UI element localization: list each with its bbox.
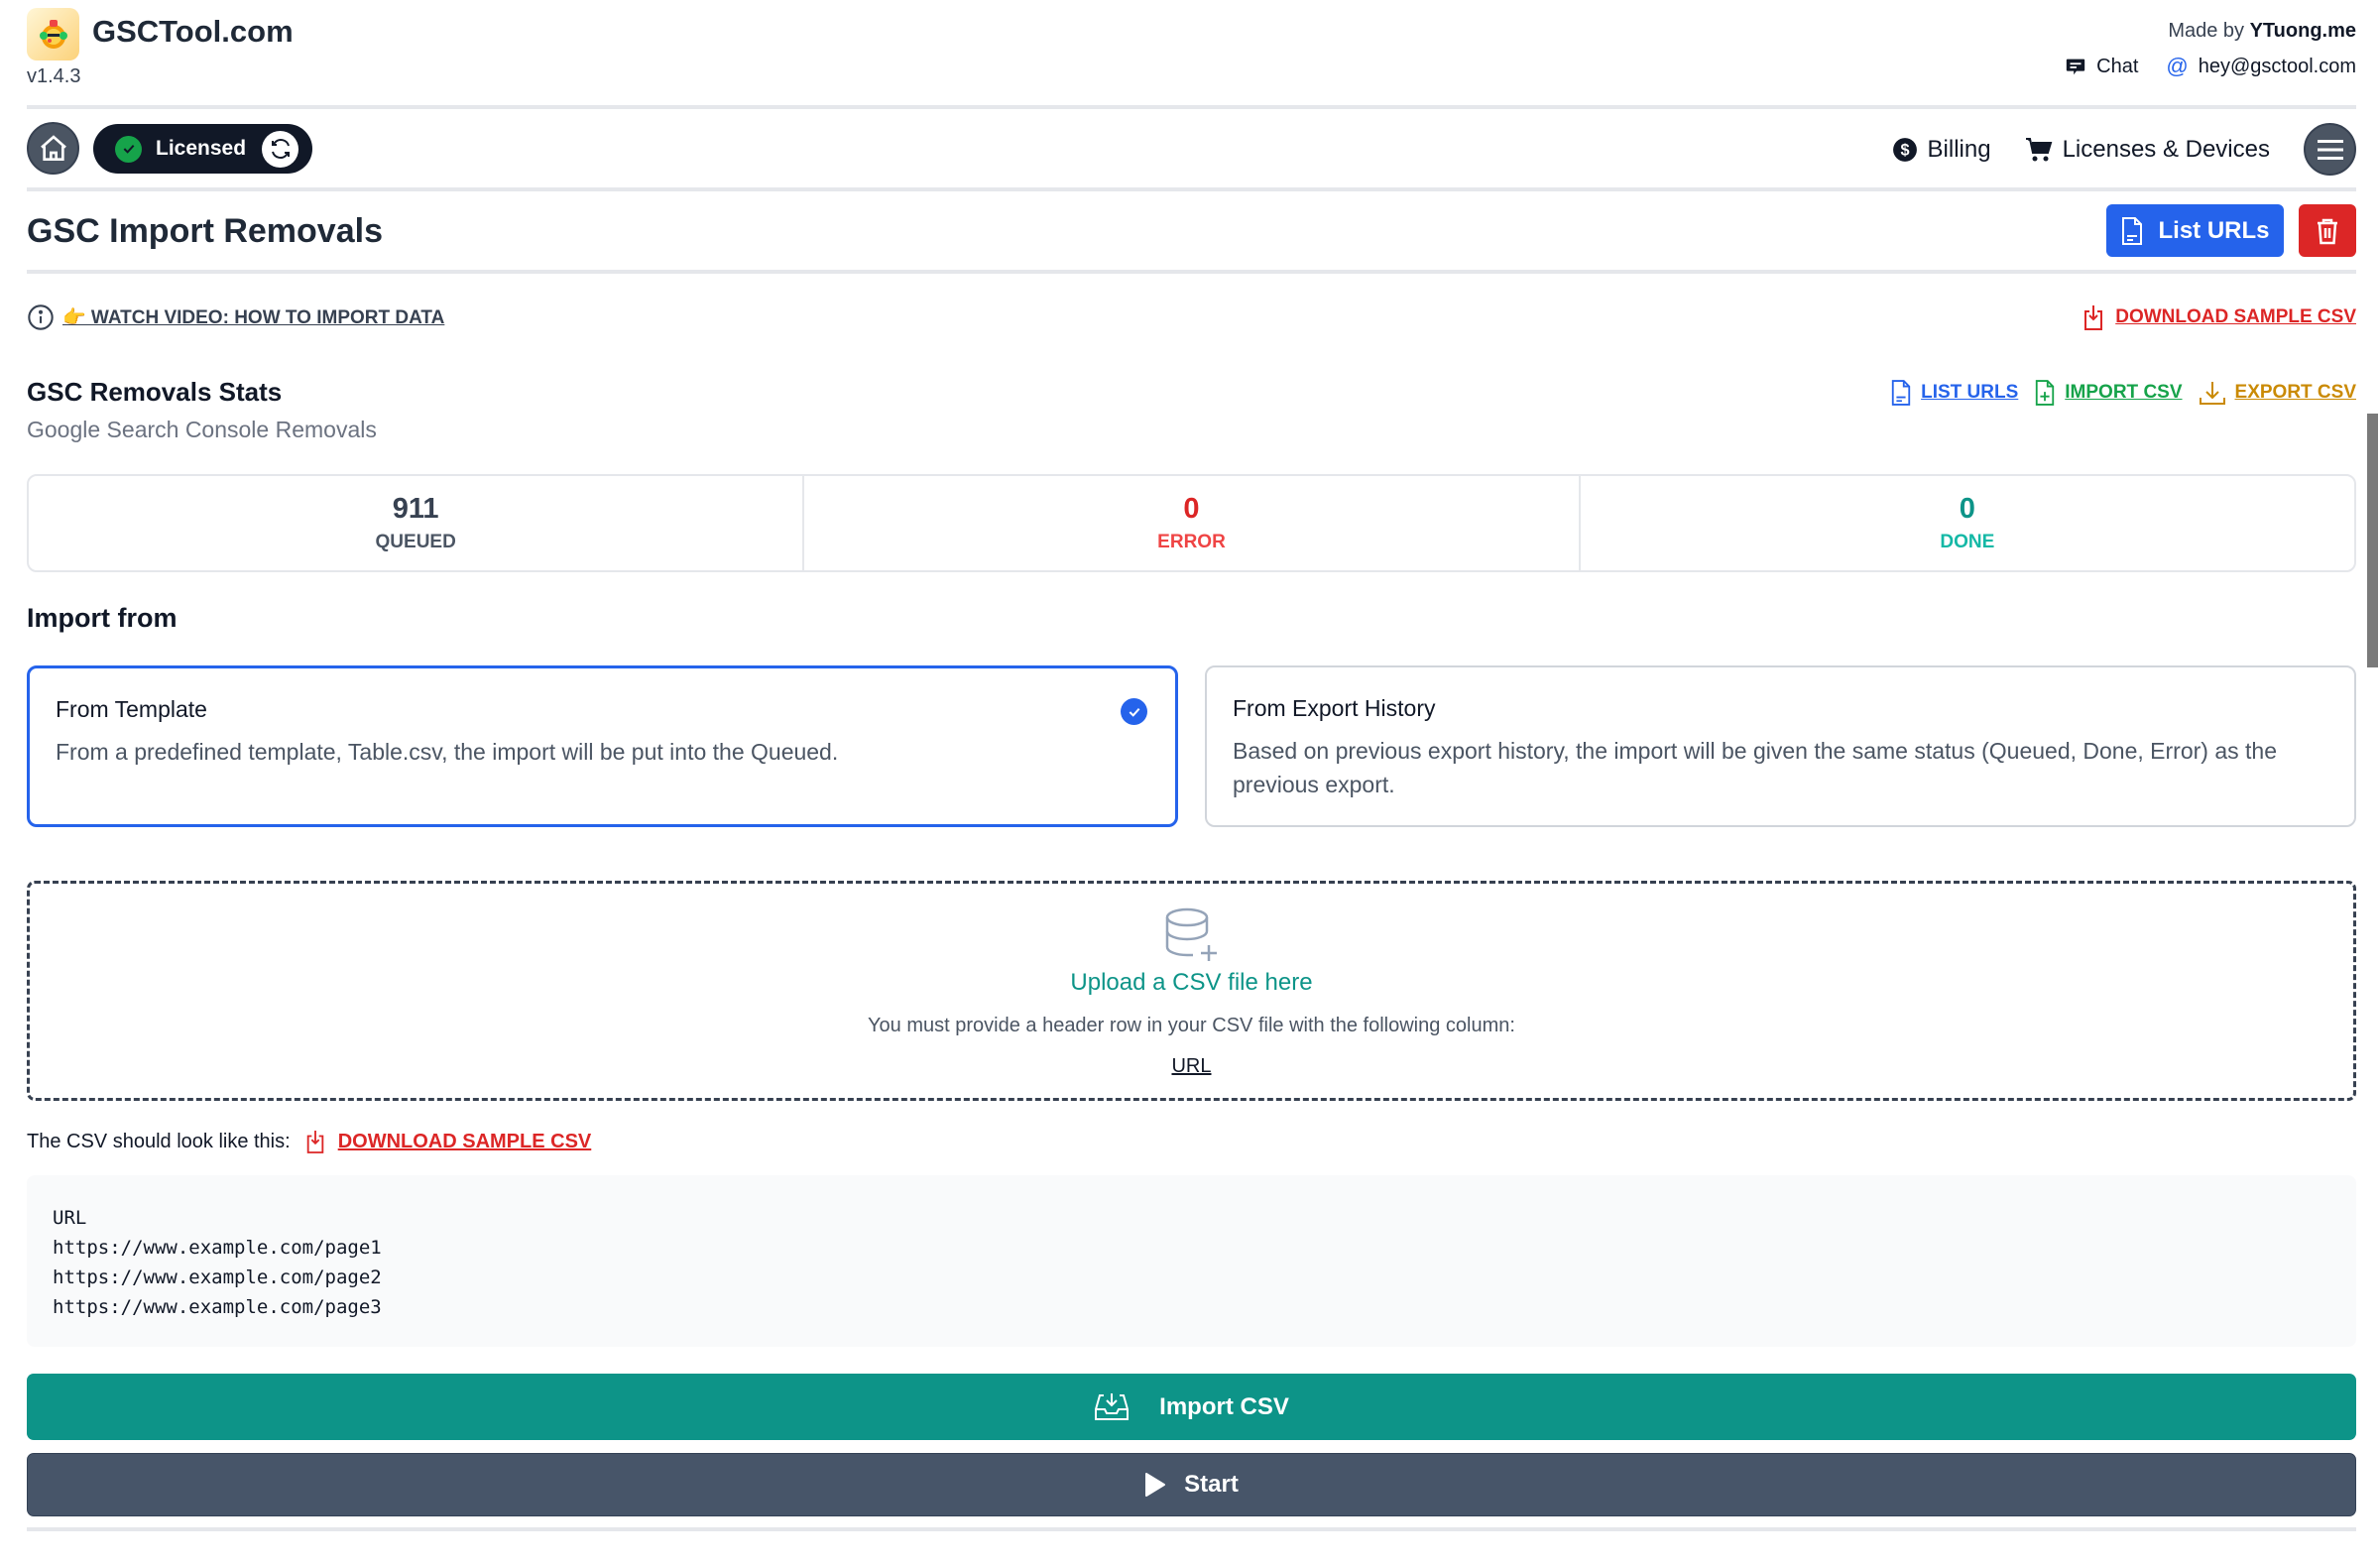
sample-csv-row: The CSV should look like this: DOWNLOAD …: [27, 1129, 591, 1154]
code-line: URL: [53, 1207, 87, 1229]
selected-check-icon: [1121, 698, 1147, 725]
menu-button[interactable]: [2304, 123, 2356, 176]
option-title: From Export History: [1233, 695, 1436, 721]
start-button[interactable]: Start: [27, 1453, 2356, 1516]
cart-icon: [2025, 137, 2052, 161]
footer-divider: [27, 1527, 2356, 1531]
svg-text:$: $: [1900, 141, 1909, 159]
stat-label: ERROR: [1157, 532, 1226, 552]
stats-export-csv-link[interactable]: EXPORT CSV: [2235, 382, 2356, 404]
chat-label: Chat: [2096, 55, 2139, 77]
stats-import-csv-link[interactable]: IMPORT CSV: [2065, 382, 2182, 404]
import-from-heading: Import from: [27, 603, 178, 633]
stat-label: DONE: [1940, 532, 1995, 552]
billing-link[interactable]: $ Billing: [1892, 136, 1991, 164]
start-label: Start: [1184, 1471, 1239, 1498]
option-description: From a predefined template, Table.csv, t…: [56, 739, 839, 765]
delete-button[interactable]: [2299, 204, 2356, 257]
option-description: Based on previous export history, the im…: [1233, 738, 2277, 797]
download-sample-inline[interactable]: DOWNLOAD SAMPLE CSV: [304, 1129, 592, 1154]
hamburger-icon: [2317, 139, 2343, 160]
list-urls-label: List URLs: [2158, 216, 2270, 244]
document-icon: [1891, 380, 1911, 406]
home-icon: [40, 134, 66, 161]
upload-description: You must provide a header row in your CS…: [868, 1015, 1515, 1036]
stats-title: GSC Removals Stats: [27, 377, 283, 407]
stats-export-csv[interactable]: EXPORT CSV: [2199, 380, 2356, 406]
code-line: https://www.example.com/page3: [53, 1296, 382, 1318]
import-csv-label: Import CSV: [1159, 1392, 1289, 1420]
download-file-icon: [2084, 305, 2103, 330]
dollar-icon: $: [1892, 137, 1917, 162]
at-icon: @: [2166, 54, 2189, 78]
sample-csv-label: The CSV should look like this:: [27, 1130, 291, 1152]
contact-links: Chat @ hey@gsctool.com: [2065, 54, 2356, 79]
stats-links: LIST URLS IMPORT CSV EXPORT CSV: [1890, 379, 2356, 407]
play-icon: [1145, 1473, 1166, 1497]
watch-video-row: 👉 WATCH VIDEO: HOW TO IMPORT DATA: [27, 303, 444, 331]
document-icon: [2122, 216, 2143, 245]
brand-name[interactable]: GSCTool.com: [92, 14, 294, 50]
download-sample-link[interactable]: DOWNLOAD SAMPLE CSV: [2115, 306, 2356, 328]
stat-value: 0: [1959, 493, 1975, 525]
watch-video-link[interactable]: 👉 WATCH VIDEO: HOW TO IMPORT DATA: [62, 305, 444, 329]
stats-list-urls[interactable]: LIST URLS: [1890, 379, 2018, 407]
license-status: Licensed: [156, 137, 247, 160]
home-button[interactable]: [27, 122, 79, 175]
stat-done: 0 DONE: [1578, 476, 2354, 570]
file-plus-icon: [2036, 380, 2055, 406]
stats-summary: 911 QUEUED 0 ERROR 0 DONE: [27, 474, 2356, 572]
billing-label: Billing: [1927, 135, 1991, 163]
email-link[interactable]: @ hey@gsctool.com: [2166, 54, 2356, 79]
option-from-export-history[interactable]: From Export History Based on previous ex…: [1205, 665, 2356, 827]
download-file-icon: [306, 1131, 323, 1153]
check-circle-icon: [115, 135, 142, 163]
chat-link[interactable]: Chat: [2065, 56, 2138, 78]
stat-value: 911: [392, 493, 439, 525]
license-badge: Licensed: [93, 124, 312, 174]
import-csv-button[interactable]: Import CSV: [27, 1374, 2356, 1440]
made-by-link[interactable]: YTuong.me: [2250, 20, 2356, 42]
mascot-icon: [39, 19, 67, 49]
option-from-template[interactable]: From Template From a predefined template…: [27, 665, 1178, 827]
code-line: https://www.example.com/page2: [53, 1266, 382, 1288]
upload-title: Upload a CSV file here: [1070, 969, 1313, 996]
email-label: hey@gsctool.com: [2198, 55, 2356, 77]
made-by-prefix: Made by: [2168, 20, 2245, 42]
download-icon: [2199, 382, 2225, 405]
stat-error: 0 ERROR: [802, 476, 1578, 570]
required-column: URL: [1171, 1055, 1212, 1077]
database-plus-icon: [1165, 907, 1217, 961]
made-by: Made by YTuong.me: [2168, 20, 2356, 43]
refresh-license-button[interactable]: [262, 130, 299, 168]
info-icon: [28, 304, 54, 330]
nav-divider: [27, 187, 2356, 191]
list-urls-button[interactable]: List URLs: [2106, 204, 2284, 257]
stats-list-urls-link[interactable]: LIST URLS: [1921, 382, 2018, 404]
title-divider: [27, 270, 2356, 274]
inbox-download-icon: [1095, 1392, 1130, 1420]
app-version: v1.4.3: [27, 65, 81, 87]
stat-label: QUEUED: [375, 532, 456, 552]
option-title: From Template: [56, 696, 207, 722]
stats-import-csv[interactable]: IMPORT CSV: [2034, 379, 2183, 407]
csv-dropzone[interactable]: Upload a CSV file here You must provide …: [27, 881, 2356, 1101]
stats-subtitle: Google Search Console Removals: [27, 417, 377, 442]
nav-links: $ Billing Licenses & Devices: [1892, 123, 2356, 176]
refresh-icon: [271, 139, 290, 159]
header-divider: [27, 105, 2356, 109]
sample-csv-code: URL https://www.example.com/page1 https://…: [27, 1175, 2356, 1347]
page-title: GSC Import Removals: [27, 212, 383, 250]
download-sample-inline-link[interactable]: DOWNLOAD SAMPLE CSV: [338, 1131, 592, 1153]
page-scrollbar[interactable]: [2367, 414, 2378, 667]
chat-icon: [2066, 59, 2085, 75]
trash-icon: [2318, 218, 2337, 244]
stat-queued: 911 QUEUED: [29, 476, 802, 570]
licenses-label: Licenses & Devices: [2062, 135, 2270, 163]
download-sample-top[interactable]: DOWNLOAD SAMPLE CSV: [2082, 303, 2356, 331]
code-line: https://www.example.com/page1: [53, 1237, 382, 1259]
stat-value: 0: [1183, 493, 1200, 525]
licenses-devices-link[interactable]: Licenses & Devices: [2025, 136, 2270, 164]
app-logo[interactable]: [27, 8, 79, 60]
